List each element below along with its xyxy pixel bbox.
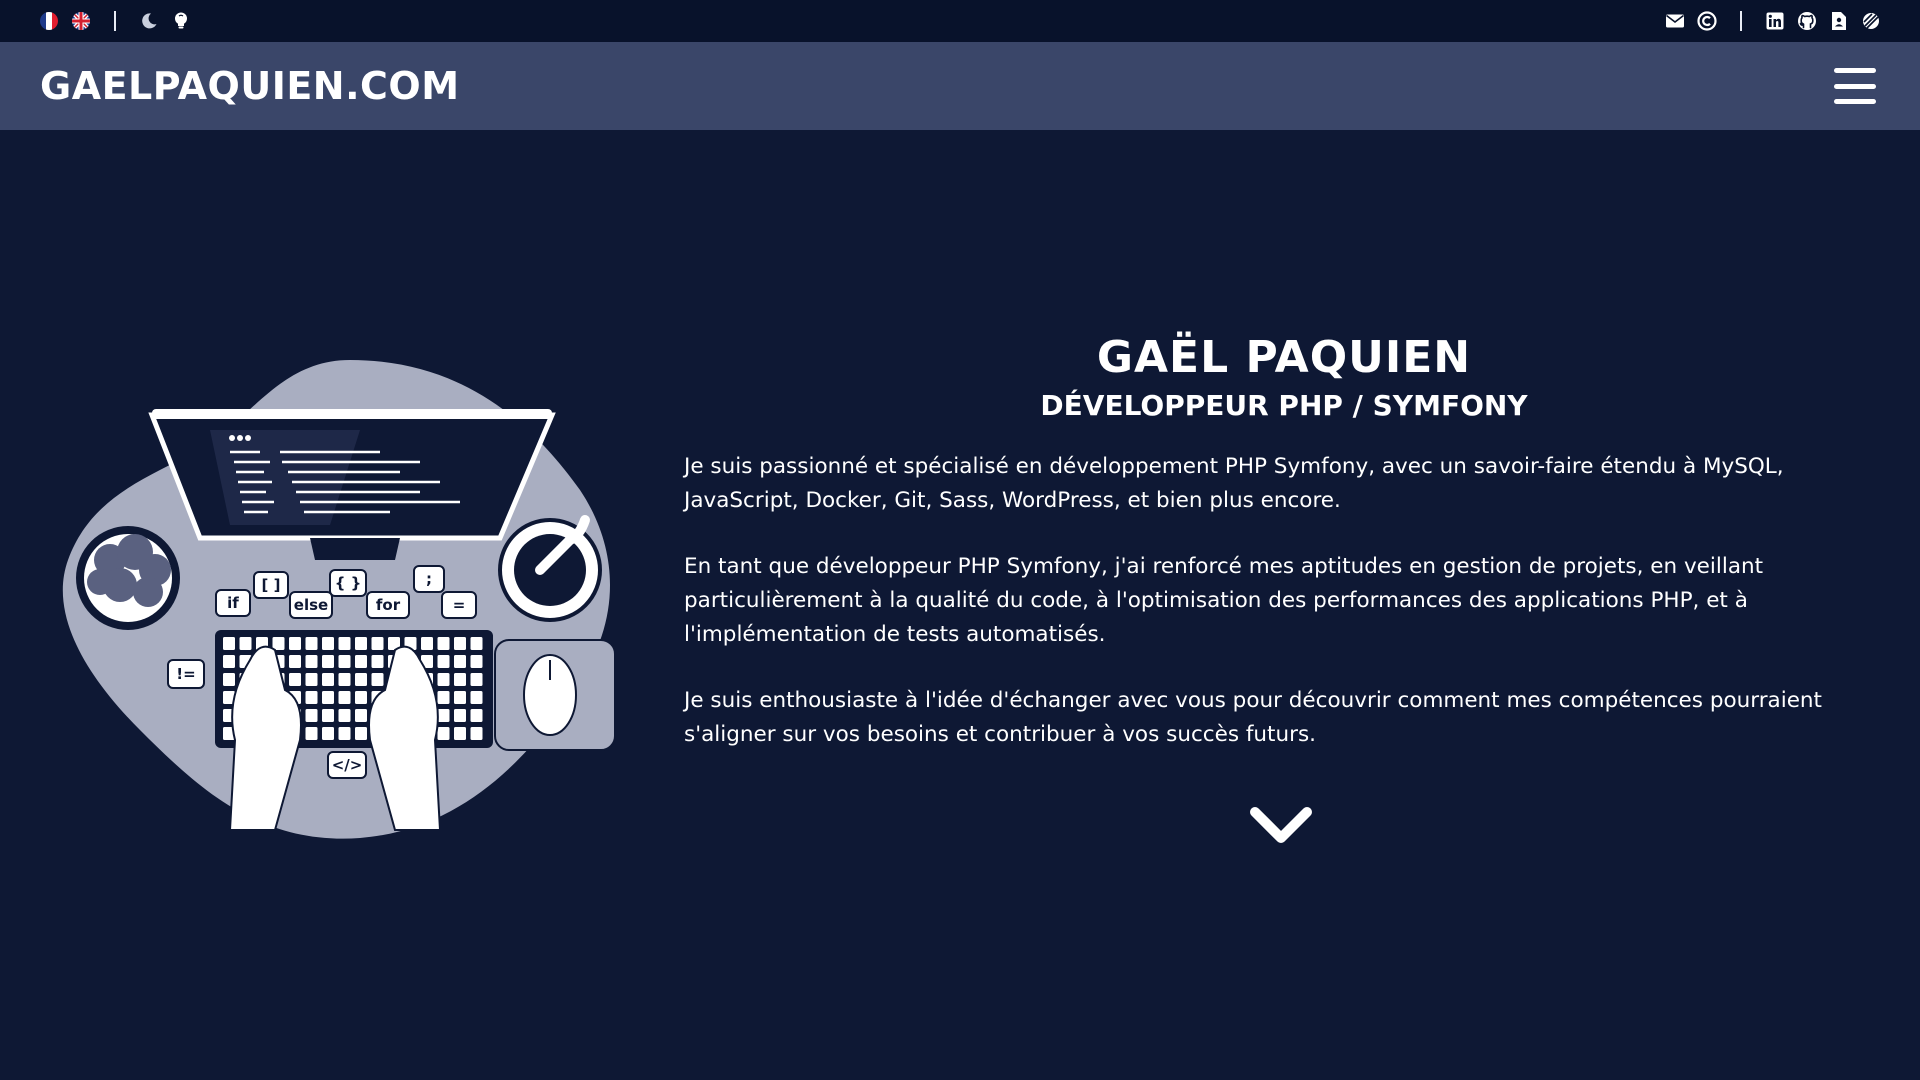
hero-content: GAËL PAQUIEN DÉVELOPPEUR PHP / SYMFONY J… xyxy=(684,330,1884,752)
bubble-else: else xyxy=(294,596,328,614)
keyboard-key xyxy=(437,655,450,668)
topbar-right-group xyxy=(1664,10,1882,32)
keyboard-key xyxy=(322,673,334,686)
bubble-semicolon: ; xyxy=(426,570,432,588)
keyboard-key xyxy=(437,691,450,704)
keyboard-key xyxy=(322,655,334,668)
keyboard-key xyxy=(437,673,450,686)
site-logo-link[interactable]: GAELPAQUIEN.COM xyxy=(40,64,460,108)
keyboard-key xyxy=(355,655,367,668)
topbar-separator-right xyxy=(1740,11,1742,31)
keyboard-key xyxy=(338,709,351,722)
scroll-down-chevron-icon[interactable] xyxy=(1249,806,1313,846)
topbar-left-group xyxy=(38,10,192,32)
keyboard-key xyxy=(305,655,318,668)
keyboard-key xyxy=(223,637,235,650)
keyboard-key xyxy=(289,637,301,650)
keyboard-key xyxy=(322,709,334,722)
bubble-if: if xyxy=(227,594,239,612)
flag-uk-icon[interactable] xyxy=(70,10,92,32)
bubble-equals: = xyxy=(453,596,466,614)
keyboard-key xyxy=(223,655,235,668)
keyboard-key xyxy=(289,673,301,686)
lightbulb-icon[interactable] xyxy=(170,10,192,32)
keyboard-key xyxy=(454,655,466,668)
keyboard-key xyxy=(470,691,483,704)
keyboard-key xyxy=(470,709,483,722)
keyboard-key xyxy=(470,655,483,668)
intro-paragraph-3: Je suis enthousiaste à l'idée d'échanger… xyxy=(684,688,1822,747)
bubble-not-equal: != xyxy=(176,665,195,683)
keyboard-key xyxy=(470,673,483,686)
page-title: GAËL PAQUIEN xyxy=(1096,332,1472,383)
flag-france-icon[interactable] xyxy=(38,10,60,32)
keyboard-key xyxy=(322,637,334,650)
intro-paragraph-2: En tant que développeur PHP Symfony, j'a… xyxy=(684,554,1764,647)
github-icon[interactable] xyxy=(1796,10,1818,32)
keyboard-key xyxy=(338,637,351,650)
keyboard-key xyxy=(371,637,384,650)
keyboard-key xyxy=(289,655,301,668)
keyboard-key xyxy=(338,727,351,740)
keyboard-key xyxy=(371,655,384,668)
keyboard-key xyxy=(421,637,433,650)
keyboard-key xyxy=(454,727,466,740)
keyboard-key xyxy=(305,709,318,722)
keyboard-key xyxy=(322,727,334,740)
keyboard-key xyxy=(305,673,318,686)
topbar-separator xyxy=(114,11,116,31)
envelope-icon[interactable] xyxy=(1664,10,1686,32)
keyboard-key xyxy=(454,673,466,686)
cv-document-icon[interactable] xyxy=(1828,10,1850,32)
bubble-for: for xyxy=(376,596,401,614)
moon-icon[interactable] xyxy=(138,10,160,32)
job-subtitle: DÉVELOPPEUR PHP / SYMFONY xyxy=(1040,389,1528,422)
bubble-code-tag: </> xyxy=(332,756,363,774)
keyboard-key xyxy=(355,709,367,722)
keyboard-key xyxy=(470,637,483,650)
keyboard-key xyxy=(272,637,285,650)
keyboard-key xyxy=(338,673,351,686)
bubble-braces: { } xyxy=(335,574,362,592)
keyboard-key xyxy=(355,727,367,740)
illustration-svg: [ ] { } ; if else for = != </> xyxy=(62,360,616,839)
keyboard-key xyxy=(437,709,450,722)
intro-paragraph-1: Je suis passionné et spécialisé en dével… xyxy=(684,454,1784,513)
site-header: GAELPAQUIEN.COM xyxy=(0,42,1920,130)
keyboard-key xyxy=(454,637,466,650)
keyboard-key xyxy=(454,709,466,722)
keyboard-key xyxy=(437,727,450,740)
hamburger-menu-icon[interactable] xyxy=(1834,68,1876,104)
keyboard-key xyxy=(338,691,351,704)
copyright-icon[interactable] xyxy=(1696,10,1718,32)
keyboard-key xyxy=(470,727,483,740)
linkedin-icon[interactable] xyxy=(1764,10,1786,32)
keyboard-key xyxy=(322,691,334,704)
keyboard-key xyxy=(305,727,318,740)
keyboard-key xyxy=(305,637,318,650)
developer-desk-illustration: [ ] { } ; if else for = != </> xyxy=(60,360,620,840)
keyboard-key xyxy=(355,637,367,650)
keyboard-key xyxy=(305,691,318,704)
keyboard-key xyxy=(437,637,450,650)
keyboard-key xyxy=(223,673,235,686)
bubble-brackets: [ ] xyxy=(262,576,281,594)
keyboard-key xyxy=(239,637,252,650)
keyboard-key xyxy=(355,691,367,704)
keyboard-key xyxy=(355,673,367,686)
top-utility-bar xyxy=(0,0,1920,42)
codingame-icon[interactable] xyxy=(1860,10,1882,32)
keyboard-key xyxy=(371,673,384,686)
keyboard-key xyxy=(338,655,351,668)
keyboard-key xyxy=(454,691,466,704)
